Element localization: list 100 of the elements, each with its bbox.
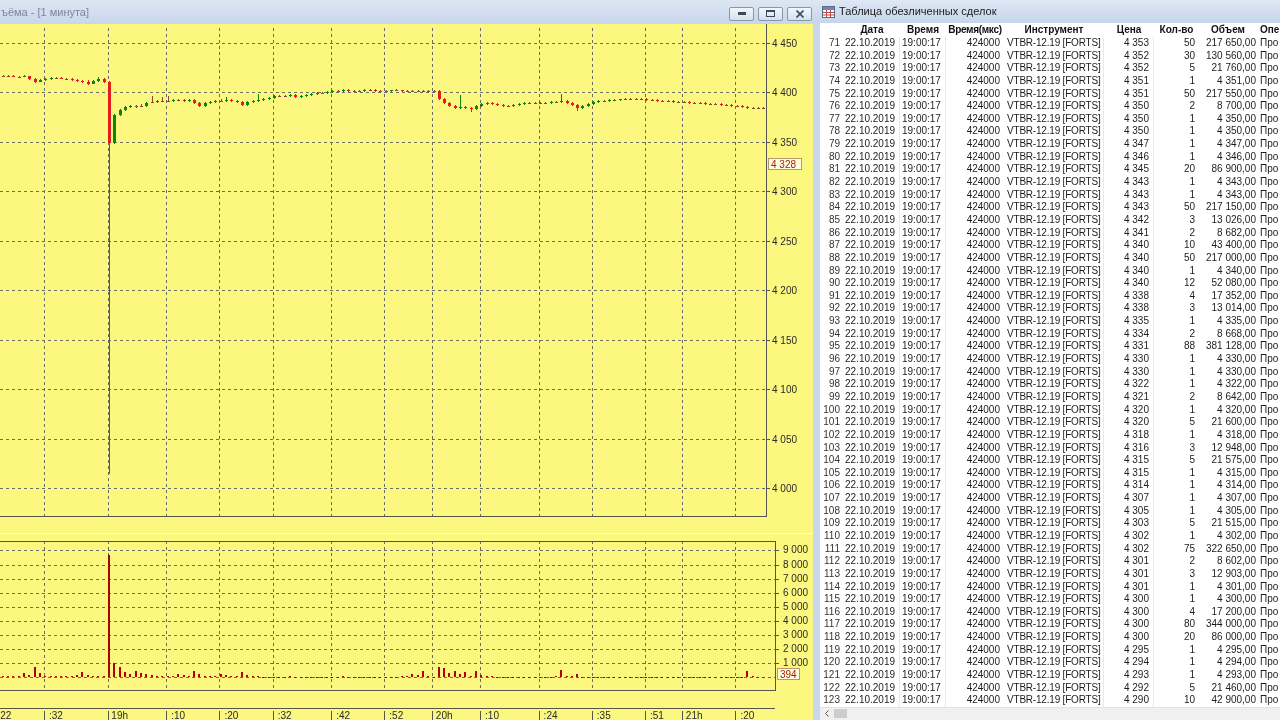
table-cell: 19:00:17 — [900, 112, 946, 126]
table-cell: 22.10.2019 — [844, 176, 900, 189]
table-cell: 22.10.2019 — [844, 289, 900, 303]
table-cell-text: Про — [1259, 567, 1280, 581]
table-cell-text: 424000 — [965, 428, 1001, 442]
maximize-button[interactable] — [758, 6, 783, 21]
table-cell: VTBR-12.19 [FORTS] — [1004, 454, 1104, 467]
horizontal-scrollbar[interactable] — [820, 706, 1280, 720]
table-cell-text: 4 301,00 — [1216, 580, 1257, 594]
column-header[interactable]: Цена — [1104, 23, 1154, 37]
table-cell-text: 1 — [1188, 353, 1196, 366]
table-cell-text: Про — [1259, 517, 1280, 530]
table-cell-text: 4 305,00 — [1216, 504, 1257, 518]
table-cell-text: 1 — [1188, 492, 1196, 505]
row-number: 106 — [822, 479, 841, 493]
table-cell: VTBR-12.19 [FORTS] — [1004, 315, 1104, 328]
table-cell-text: 424000 — [965, 251, 1001, 265]
row-number: 107 — [822, 492, 841, 505]
column-header[interactable]: Дата — [844, 23, 900, 37]
column-header[interactable]: Объем — [1199, 23, 1257, 37]
table-cell-text: 50 — [1182, 37, 1196, 50]
table-cell: VTBR-12.19 [FORTS] — [1004, 555, 1104, 568]
row-number: 74 — [827, 74, 841, 88]
table-cell: 22.10.2019 — [844, 239, 900, 252]
axis-label: 4 350 — [772, 137, 798, 148]
row-number: 86 — [827, 226, 841, 240]
column-header[interactable]: Время — [900, 23, 946, 37]
table-cell-text: 217 000,00 — [1204, 251, 1257, 265]
table-cell-text: 17 352,00 — [1210, 289, 1257, 303]
table-cell-text: 4 330,00 — [1216, 365, 1257, 379]
table-cell: 22.10.2019 — [844, 125, 900, 139]
column-header[interactable]: Опе — [1257, 23, 1280, 37]
table-cell-text: 424000 — [965, 277, 1001, 290]
table-cell-text: 4 295,00 — [1216, 643, 1257, 657]
scrollbar-thumb[interactable] — [834, 709, 847, 719]
table-cell-text: 8 642,00 — [1216, 390, 1257, 404]
column-header[interactable]: Кол-во — [1154, 23, 1199, 37]
table-cell-text: 21 600,00 — [1210, 416, 1257, 429]
table-cell: 19:00:17 — [900, 555, 946, 568]
table-cell: 22.10.2019 — [844, 49, 900, 63]
row-number: 120 — [822, 656, 841, 670]
table-cell-text: Про — [1259, 530, 1280, 543]
row-number: 100 — [822, 403, 841, 417]
table-cell: VTBR-12.19 [FORTS] — [1004, 631, 1104, 644]
table-cell-text: 4 343,00 — [1216, 188, 1257, 202]
table-cell-text: 21 575,00 — [1210, 454, 1257, 467]
table-cell-text: 424000 — [965, 643, 1001, 657]
table-cell: 22.10.2019 — [844, 150, 900, 164]
table-cell: VTBR-12.19 [FORTS] — [1004, 492, 1104, 505]
axis-label: 19h — [111, 710, 129, 720]
bar — [119, 667, 121, 677]
table-cell-text: 424000 — [965, 656, 1001, 670]
table-cell: 4 314 — [1104, 479, 1154, 493]
table-cell-text: 424000 — [965, 201, 1001, 214]
axis-label: :32 — [48, 710, 63, 720]
table-cell-text: Про — [1259, 416, 1280, 429]
axis-label: 20h — [435, 710, 453, 720]
close-button[interactable] — [787, 6, 812, 21]
table-cell-text: Про — [1259, 580, 1280, 594]
table-cell: 22.10.2019 — [844, 517, 900, 530]
table-cell-text: 2 — [1188, 555, 1196, 568]
axis-label: 4 200 — [772, 285, 798, 296]
column-header[interactable]: Инструмент — [1004, 23, 1104, 37]
table-cell-text: 50 — [1182, 251, 1196, 265]
table-cell-text: 1 — [1188, 403, 1196, 417]
table-cell: VTBR-12.19 [FORTS] — [1004, 37, 1104, 50]
table-cell: 19:00:17 — [900, 213, 946, 227]
table-cell-text: 1 — [1188, 138, 1196, 151]
row-number: 84 — [827, 201, 841, 214]
table-cell-text: 4 — [1188, 605, 1196, 619]
minimize-button[interactable] — [729, 6, 754, 21]
table-cell: VTBR-12.19 [FORTS] — [1004, 466, 1104, 480]
table-cell: 4 293 — [1104, 669, 1154, 682]
axis-label: 4 050 — [772, 434, 798, 445]
table-cell: 19:00:17 — [900, 327, 946, 341]
table-cell-text: 424000 — [965, 37, 1001, 50]
table-cell-text: 75 — [1182, 542, 1196, 556]
table-cell: 19:00:17 — [900, 100, 946, 113]
table-cell-text: 424000 — [965, 315, 1001, 328]
table-cell-text: 42 900,00 — [1210, 694, 1257, 707]
table-cell-text: 4 335,00 — [1216, 315, 1257, 328]
table-cell-text: 424000 — [965, 163, 1001, 177]
minimize-icon — [737, 12, 746, 15]
column-header[interactable]: Время(мкс) — [946, 23, 1004, 37]
table-cell-text: 1 — [1188, 593, 1196, 606]
table-cell-text: 4 343,00 — [1216, 176, 1257, 189]
table-cell: 22.10.2019 — [844, 251, 900, 265]
row-number: 122 — [822, 681, 841, 695]
table-cell: 19:00:17 — [900, 277, 946, 290]
table-cell: 19:00:17 — [900, 492, 946, 505]
table-cell-text: 13 014,00 — [1210, 302, 1257, 316]
table-cell-text: 424000 — [965, 62, 1001, 75]
table-cell: VTBR-12.19 [FORTS] — [1004, 100, 1104, 113]
bar — [443, 668, 445, 677]
table-cell: 4 347 — [1104, 138, 1154, 151]
row-number: 88 — [827, 251, 841, 265]
table-cell-text: 424000 — [965, 353, 1001, 366]
table-cell: VTBR-12.19 [FORTS] — [1004, 542, 1104, 556]
table-cell-text: Про — [1259, 504, 1280, 518]
table-cell-text: 322 650,00 — [1204, 542, 1257, 556]
